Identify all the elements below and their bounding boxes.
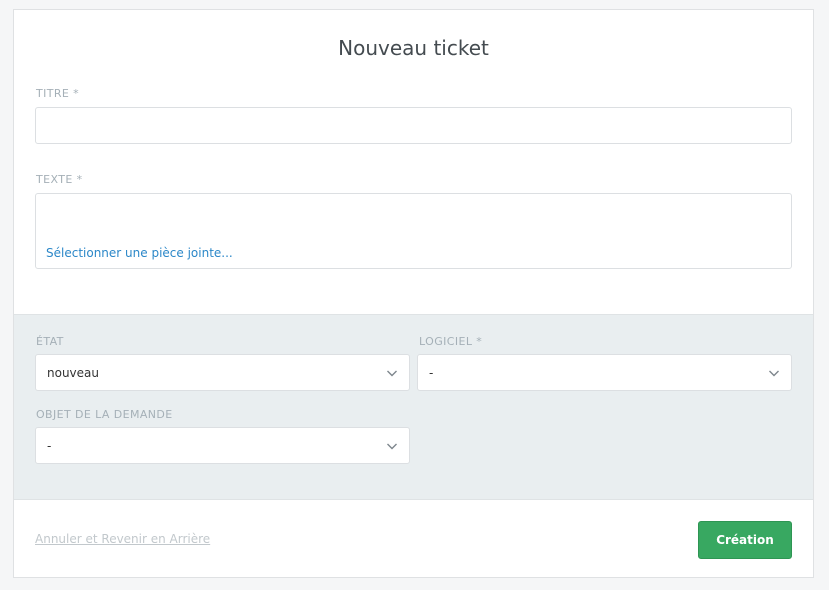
page-title: Nouveau ticket [338,36,489,60]
objet-label: OBJET DE LA DEMANDE [36,408,173,421]
texte-editor[interactable]: Sélectionner une pièce jointe... [35,193,792,269]
select-attachment-link[interactable]: Sélectionner une pièce jointe... [46,246,233,260]
etat-label: ÉTAT [36,335,64,348]
titre-input[interactable] [35,107,792,144]
chevron-down-icon [387,443,397,450]
logiciel-label: LOGICIEL * [419,335,483,348]
etat-selected-value: nouveau [47,366,99,380]
objet-select[interactable]: - [35,427,410,464]
logiciel-select[interactable]: - [417,354,792,391]
titre-label: TITRE * [36,87,80,100]
chevron-down-icon [769,370,779,377]
cancel-link[interactable]: Annuler et Revenir en Arrière [35,532,210,546]
texte-label: TEXTE * [36,173,83,186]
ticket-attributes-section: ÉTAT nouveau LOGICIEL * - OBJET DE LA DE… [14,314,813,500]
logiciel-selected-value: - [429,366,434,380]
new-ticket-form: Nouveau ticket TITRE * TEXTE * Sélection… [13,9,814,578]
objet-selected-value: - [47,439,52,453]
etat-select[interactable]: nouveau [35,354,410,391]
create-button[interactable]: Création [698,521,792,559]
chevron-down-icon [387,370,397,377]
